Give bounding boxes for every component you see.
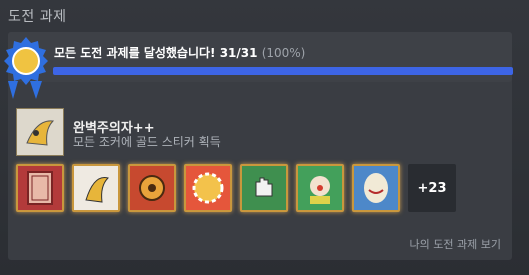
progress-summary: 모든 도전 과제를 달성했습니다! 31/31 (100%) <box>54 44 305 61</box>
card-back-icon[interactable] <box>16 164 64 212</box>
progress-fill <box>53 67 513 75</box>
more-achievements-count[interactable]: +23 <box>408 164 456 212</box>
achievement-badge-icon <box>4 37 48 99</box>
pumpkin-icon[interactable] <box>128 164 176 212</box>
progress-summary-text: 모든 도전 과제를 달성했습니다! 31/31 <box>54 46 258 60</box>
section-title: 도전 과제 <box>8 9 67 25</box>
egg-face-icon[interactable] <box>352 164 400 212</box>
achievement-description: 모든 조커에 골드 스티커 획득 <box>73 135 221 149</box>
jester-icon[interactable] <box>72 164 120 212</box>
progress-percent: (100%) <box>261 46 306 60</box>
jester-sticker-icon <box>16 108 64 156</box>
achievements-panel: 도전 과제 모든 도전 과제를 달성했습니다! 31/31 (100%) 완벽주… <box>0 0 529 275</box>
sun-chip-icon[interactable] <box>184 164 232 212</box>
hand-icon[interactable] <box>240 164 288 212</box>
view-my-achievements-link[interactable]: 나의 도전 과제 보기 <box>410 236 501 252</box>
progress-bar <box>53 67 513 75</box>
clown-icon[interactable] <box>296 164 344 212</box>
